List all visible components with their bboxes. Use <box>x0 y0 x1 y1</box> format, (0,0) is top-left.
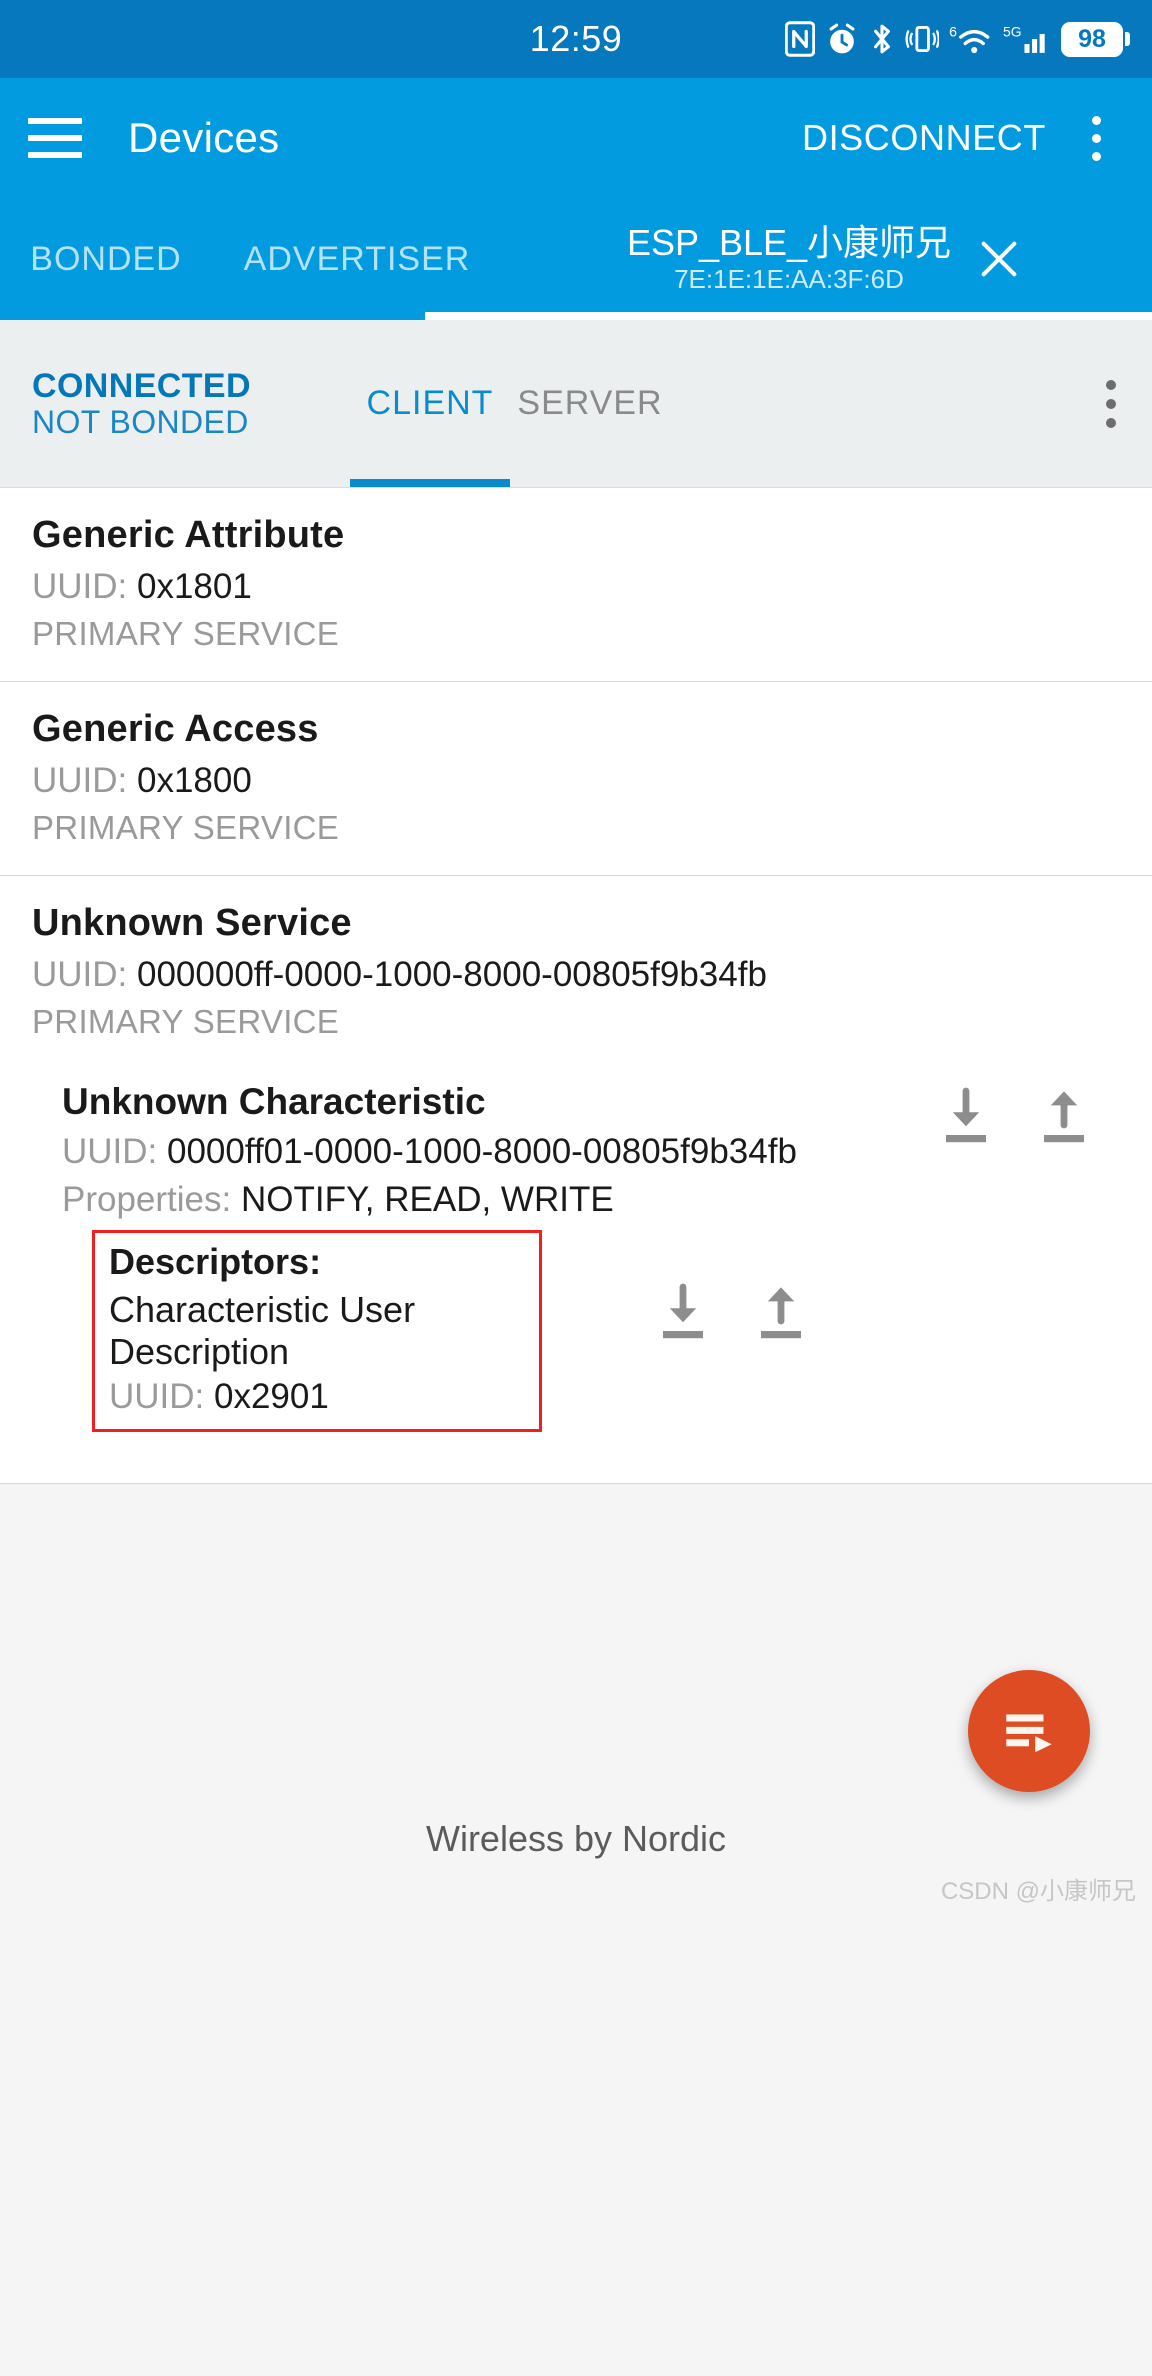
device-tab-bar: BONDED ADVERTISER ESP_BLE_小康师兄 7E:1E:1E:… <box>0 198 1152 320</box>
service-uuid-label: UUID: <box>32 955 137 994</box>
playlist-play-icon <box>1006 1714 1052 1753</box>
close-icon[interactable] <box>963 236 1035 282</box>
descriptor-actions <box>655 1283 809 1343</box>
tab-client[interactable]: CLIENT <box>350 320 510 487</box>
characteristic-block: Unknown Characteristic UUID: 0000ff01-00… <box>0 1055 1152 1467</box>
status-badge-connected: CONNECTED <box>32 366 251 405</box>
signal-5g-icon: 5G <box>1003 21 1051 57</box>
service-uuid-row: UUID: 0x1800 <box>32 761 1120 801</box>
battery-level: 98 <box>1061 21 1123 57</box>
descriptors-title: Descriptors: <box>109 1241 322 1283</box>
characteristic-uuid-row: UUID: 0000ff01-0000-1000-8000-00805f9b34… <box>62 1131 802 1172</box>
descriptor-name: Characteristic User Description <box>109 1289 416 1373</box>
service-uuid-row: UUID: 0x1801 <box>32 567 1120 607</box>
connection-status: CONNECTED NOT BONDED <box>0 367 251 441</box>
service-name: Generic Access <box>32 708 319 750</box>
hamburger-icon[interactable] <box>28 118 82 158</box>
watermark: CSDN @小康师兄 <box>940 1878 1136 1906</box>
footer-area: Wireless by Nordic CSDN @小康师兄 <box>0 1484 1152 1915</box>
download-arrow-icon[interactable] <box>938 1087 994 1147</box>
device-name: ESP_BLE_小康师兄 <box>626 222 952 264</box>
device-mac-address: 7E:1E:1E:AA:3F:6D <box>674 264 904 295</box>
service-uuid-row: UUID: 000000ff-0000-1000-8000-00805f9b34… <box>32 955 1120 995</box>
characteristic-actions <box>938 1087 1092 1147</box>
tab-advertiser[interactable]: ADVERTISER <box>212 198 502 320</box>
list-bottom-divider <box>0 1466 1152 1485</box>
list-item[interactable]: Generic Attribute UUID: 0x1801 PRIMARY S… <box>0 488 1152 682</box>
tab-server[interactable]: SERVER <box>510 320 670 487</box>
descriptor-uuid-value: 0x2901 <box>214 1377 329 1417</box>
phone-screen: 12:59 6 5G 98 Devices DISCONNECT BONDED … <box>0 0 1152 2376</box>
descriptor-highlight-box: Descriptors: Characteristic User Descrip… <box>92 1230 801 1433</box>
battery-icon: 98 <box>1061 21 1130 57</box>
alarm-icon <box>825 21 859 57</box>
tab-connected-device[interactable]: ESP_BLE_小康师兄 7E:1E:1E:AA:3F:6D <box>502 198 1152 320</box>
characteristic-uuid-value: 0000ff01-0000-1000-8000-00805f9b34fb <box>167 1132 797 1171</box>
service-uuid-label: UUID: <box>32 761 137 800</box>
disconnect-button[interactable]: DISCONNECT <box>802 117 1046 159</box>
service-uuid-value: 0x1801 <box>137 567 252 606</box>
connection-bar: CONNECTED NOT BONDED CLIENT SERVER <box>0 320 1152 488</box>
battery-cap <box>1125 32 1130 46</box>
characteristic-item[interactable]: Unknown Characteristic UUID: 0000ff01-00… <box>32 1069 1120 1438</box>
bluetooth-icon <box>869 21 895 57</box>
more-vertical-icon[interactable] <box>1068 115 1124 161</box>
service-type: PRIMARY SERVICE <box>32 1003 340 1040</box>
service-name: Generic Attribute <box>32 514 345 556</box>
service-type: PRIMARY SERVICE <box>32 615 340 652</box>
descriptor-uuid-label: UUID: <box>109 1377 214 1417</box>
list-item[interactable]: Unknown Service UUID: 000000ff-0000-1000… <box>0 876 1152 1055</box>
svg-text:5G: 5G <box>1003 23 1022 39</box>
svg-text:6: 6 <box>949 23 957 39</box>
client-server-tabs: CLIENT SERVER <box>350 320 670 487</box>
footer-text: Wireless by Nordic <box>425 1818 727 1860</box>
connection-more-vertical-icon[interactable] <box>1106 379 1116 428</box>
device-tab-indicator <box>425 312 1152 320</box>
descriptor-uuid-row: UUID: 0x2901 <box>109 1377 525 1417</box>
service-uuid-value: 0x1800 <box>137 761 252 800</box>
vibrate-icon <box>905 21 939 57</box>
service-uuid-label: UUID: <box>32 567 137 606</box>
characteristic-block-spacer <box>32 1438 1120 1466</box>
tab-bonded[interactable]: BONDED <box>0 198 212 320</box>
characteristic-properties-value: NOTIFY, READ, WRITE <box>240 1180 614 1220</box>
service-uuid-value: 000000ff-0000-1000-8000-00805f9b34fb <box>137 955 767 994</box>
nfc-icon <box>785 21 815 57</box>
status-bar-icons: 6 5G 98 <box>785 21 1130 57</box>
app-bar: Devices DISCONNECT <box>0 78 1152 198</box>
status-bar: 12:59 6 5G 98 <box>0 0 1152 78</box>
download-arrow-icon[interactable] <box>655 1283 711 1343</box>
list-item[interactable]: Generic Access UUID: 0x1800 PRIMARY SERV… <box>0 682 1152 876</box>
service-list: Generic Attribute UUID: 0x1801 PRIMARY S… <box>0 488 1152 1485</box>
device-tab-labels: ESP_BLE_小康师兄 7E:1E:1E:AA:3F:6D <box>627 224 951 293</box>
characteristic-properties-label: Properties: <box>62 1180 241 1220</box>
service-type: PRIMARY SERVICE <box>32 809 340 846</box>
upload-arrow-icon[interactable] <box>753 1283 809 1343</box>
wifi6-icon: 6 <box>949 21 993 57</box>
page-title: Devices <box>128 114 280 161</box>
playlist-play-fab-button[interactable] <box>968 1670 1090 1793</box>
characteristic-properties-row: Properties: NOTIFY, READ, WRITE <box>62 1180 1120 1220</box>
service-name: Unknown Service <box>32 902 352 944</box>
status-badge-bond: NOT BONDED <box>32 403 249 440</box>
characteristic-uuid-label: UUID: <box>62 1132 167 1171</box>
upload-arrow-icon[interactable] <box>1036 1087 1092 1147</box>
